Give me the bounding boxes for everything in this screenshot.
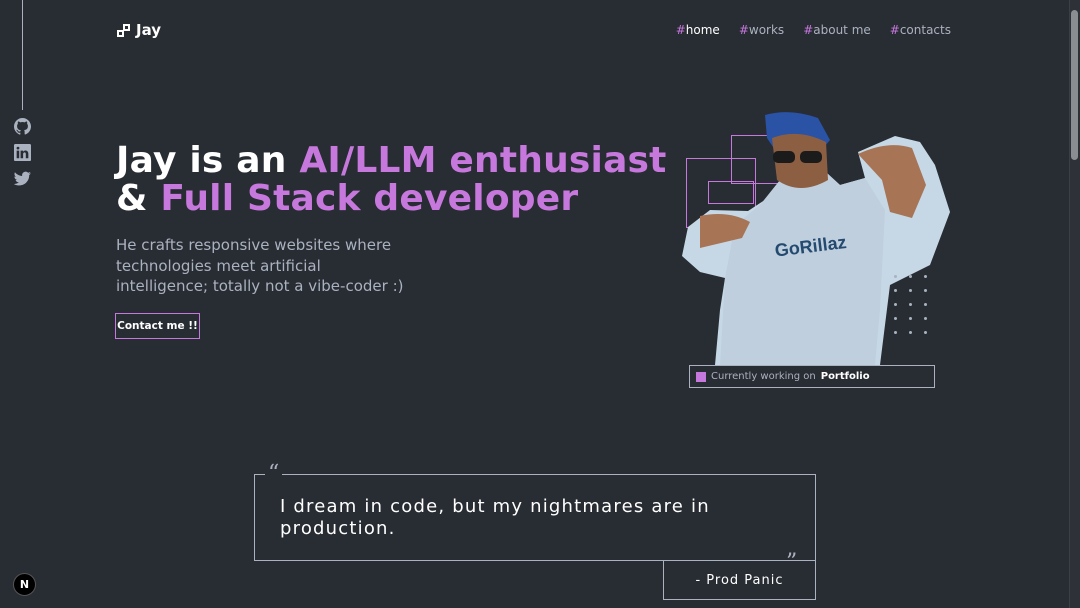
quote-box: “ I dream in code, but my nightmares are… bbox=[254, 463, 816, 574]
headline-accent-role: AI/LLM enthusiast bbox=[299, 140, 667, 181]
quote-text: I dream in code, but my nightmares are i… bbox=[280, 496, 710, 539]
brand-name: Jay bbox=[136, 21, 162, 39]
nav-item-home[interactable]: #home bbox=[676, 23, 720, 37]
nav-item-works[interactable]: #works bbox=[739, 23, 784, 37]
twitter-icon[interactable] bbox=[13, 170, 32, 188]
status-project: Portfolio bbox=[820, 371, 870, 382]
status-indicator bbox=[696, 371, 706, 382]
contact-me-button[interactable]: Contact me !! bbox=[115, 313, 200, 339]
logo[interactable]: Jay bbox=[117, 21, 161, 39]
github-icon[interactable] bbox=[14, 118, 32, 136]
nav-item-contacts[interactable]: #contacts bbox=[890, 23, 951, 37]
status-label: Currently working on bbox=[711, 371, 816, 382]
decorative-dot-grid bbox=[894, 275, 928, 334]
hero-description: He crafts responsive websites where tech… bbox=[116, 236, 404, 295]
headline-accent-stack: Full Stack developer bbox=[160, 178, 579, 219]
page-scrollbar[interactable] bbox=[1069, 0, 1080, 608]
main-nav: #home #works #about me #contacts bbox=[676, 23, 951, 37]
site-header: Jay #home #works #about me #contacts bbox=[117, 18, 951, 42]
next-dev-badge[interactable]: N bbox=[13, 573, 36, 596]
social-divider-line bbox=[22, 0, 23, 110]
nav-item-about-me[interactable]: #about me bbox=[803, 23, 871, 37]
linkedin-icon[interactable] bbox=[14, 144, 32, 162]
current-project-status: Currently working on Portfolio bbox=[689, 365, 935, 388]
quote-author: - Prod Panic bbox=[663, 560, 816, 600]
social-links bbox=[13, 118, 32, 188]
profile-photo: GoRillaz bbox=[682, 112, 950, 365]
opening-quote-icon: “ bbox=[265, 463, 283, 485]
scrollbar-thumb[interactable] bbox=[1071, 10, 1078, 160]
logo-icon bbox=[117, 23, 130, 37]
hero-headline: Jay is an AI/LLM enthusiast & Full Stack… bbox=[116, 140, 667, 219]
